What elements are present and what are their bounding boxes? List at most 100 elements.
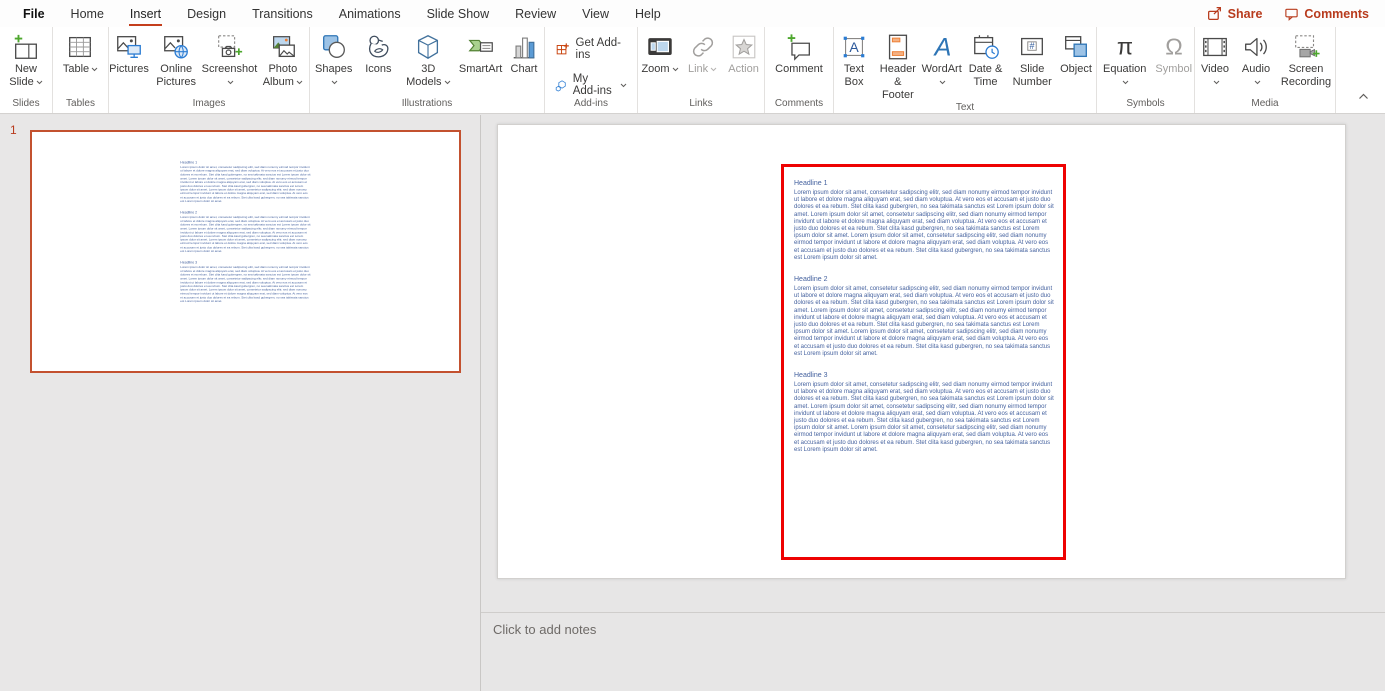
text-box-button[interactable]: A Text Box — [834, 30, 874, 89]
slide-thumbnail[interactable]: Headline 1 Lorem ipsum dolor sit amet, c… — [30, 130, 461, 373]
button-label: Zoom — [641, 63, 669, 75]
comment-icon — [784, 32, 814, 62]
slide-number-button[interactable]: # Slide Number — [1009, 30, 1055, 89]
slide-canvas[interactable]: Headline 1 Lorem ipsum dolor sit amet, c… — [497, 124, 1346, 579]
date-time-button[interactable]: Date & Time — [963, 30, 1009, 89]
ribbon-group-symbols: π Equation Ω Symbol Symbols — [1097, 27, 1195, 113]
tab-design[interactable]: Design — [174, 0, 239, 27]
tab-transitions[interactable]: Transitions — [239, 0, 326, 27]
table-icon — [65, 32, 95, 62]
object-button[interactable]: Object — [1056, 30, 1096, 76]
notes-panel[interactable]: Click to add notes — [481, 612, 1385, 691]
dropdown-chevron-icon — [227, 76, 234, 89]
button-label: Object — [1060, 63, 1092, 75]
comment-button[interactable]: Comment — [772, 30, 826, 76]
group-name-add-ins: Add-ins — [545, 98, 637, 113]
thumb-heading: Headline 1 — [180, 160, 310, 165]
ribbon-group-comments: Comment Comments — [765, 27, 834, 113]
button-label: WordArt — [922, 63, 962, 75]
slide-thumbnail-panel: 1 Headline 1 Lorem ipsum dolor sit amet,… — [0, 115, 481, 691]
comments-button[interactable]: Comments — [1284, 6, 1369, 21]
tab-file[interactable]: File — [10, 0, 58, 27]
group-name-comments: Comments — [765, 98, 833, 113]
group-name-media: Media — [1195, 98, 1335, 113]
slide-section: Headline 1 Lorem ipsum dolor sit amet, c… — [794, 179, 1054, 262]
group-name-images: Images — [109, 98, 309, 113]
ribbon-group-text: A Text Box Header & Footer A WordArt Dat… — [834, 27, 1097, 113]
button-label: Symbol — [1155, 63, 1192, 75]
3d-models-button[interactable]: 3D Models — [399, 30, 457, 89]
dropdown-chevron-icon — [36, 76, 43, 89]
video-button[interactable]: Video — [1195, 30, 1235, 89]
tab-animations[interactable]: Animations — [326, 0, 414, 27]
my-add-ins-icon — [555, 77, 567, 94]
button-label: New Slide — [9, 63, 37, 88]
ribbon-group-illustrations: Shapes Icons 3D Models SmartArt Chart Il… — [310, 27, 545, 113]
zoom-button[interactable]: Zoom — [638, 30, 681, 76]
new-slide-button[interactable]: New Slide — [0, 30, 52, 89]
link-icon — [688, 32, 718, 62]
comments-label: Comments — [1304, 7, 1369, 21]
audio-button[interactable]: Audio — [1236, 30, 1276, 89]
chart-button[interactable]: Chart — [504, 30, 544, 76]
online-pictures-button[interactable]: Online Pictures — [150, 30, 202, 89]
chart-icon — [509, 32, 539, 62]
tab-slide-show[interactable]: Slide Show — [414, 0, 503, 27]
photo-album-button[interactable]: Photo Album — [257, 30, 309, 89]
tab-insert[interactable]: Insert — [117, 0, 174, 27]
button-label: Get Add-ins — [576, 37, 627, 61]
equation-button[interactable]: π Equation — [1097, 30, 1152, 89]
button-label: Pictures — [109, 63, 149, 75]
ribbon-group-images: Pictures Online Pictures Screenshot Phot… — [109, 27, 310, 113]
ribbon: New Slide Slides Table Tables Pictures O… — [0, 27, 1385, 114]
tab-home[interactable]: Home — [58, 0, 117, 27]
smartart-icon — [466, 32, 496, 62]
share-label: Share — [1228, 7, 1263, 21]
wordart-button[interactable]: A WordArt — [922, 30, 962, 89]
ribbon-group-tables: Table Tables — [53, 27, 109, 113]
thumb-section: Headline 1 Lorem ipsum dolor sit amet, c… — [180, 160, 310, 203]
wordart-icon: A — [927, 32, 957, 62]
slide-section-body: Lorem ipsum dolor sit amet, consetetur s… — [794, 190, 1054, 262]
button-label: Equation — [1103, 63, 1146, 75]
my-add-ins-button[interactable]: My Add-ins — [555, 73, 627, 97]
ribbon-group-links: Zoom Link Action Links — [638, 27, 765, 113]
dropdown-chevron-icon — [1122, 76, 1129, 89]
tab-view[interactable]: View — [569, 0, 622, 27]
button-label: Text Box — [844, 63, 864, 88]
tab-review[interactable]: Review — [502, 0, 569, 27]
button-label: Shapes — [315, 63, 352, 75]
pictures-button[interactable]: Pictures — [109, 30, 149, 76]
smartart-button[interactable]: SmartArt — [458, 30, 503, 76]
action-icon — [729, 32, 759, 62]
dropdown-chevron-icon — [939, 76, 946, 89]
get-add-ins-button[interactable]: Get Add-ins — [555, 37, 627, 61]
screenshot-button[interactable]: Screenshot — [203, 30, 255, 89]
thumb-body: Lorem ipsum dolor sit amet, consetetur s… — [180, 166, 310, 204]
date-time-icon — [971, 32, 1001, 62]
button-label: Online Pictures — [156, 63, 196, 88]
slide-section-heading: Headline 1 — [794, 179, 1054, 188]
thumb-body: Lorem ipsum dolor sit amet, consetetur s… — [180, 216, 310, 254]
screen-recording-button[interactable]: Screen Recording — [1277, 30, 1335, 89]
button-label: Action — [728, 63, 759, 75]
button-label: Screenshot — [202, 63, 258, 75]
thumb-body: Lorem ipsum dolor sit amet, consetetur s… — [180, 266, 310, 304]
share-button[interactable]: Share — [1206, 5, 1263, 22]
tab-help[interactable]: Help — [622, 0, 674, 27]
slide-textbox[interactable]: Headline 1 Lorem ipsum dolor sit amet, c… — [781, 164, 1066, 560]
group-name-illustrations: Illustrations — [310, 98, 544, 113]
shapes-button[interactable]: Shapes — [310, 30, 357, 89]
equation-icon: π — [1110, 32, 1140, 62]
slide-number-icon: # — [1017, 32, 1047, 62]
header-footer-icon — [883, 32, 913, 62]
button-label: Date & Time — [969, 63, 1003, 88]
photo-album-icon — [268, 32, 298, 62]
icons-button[interactable]: Icons — [358, 30, 398, 76]
ribbon-group-media: Video Audio Screen Recording Media — [1195, 27, 1336, 113]
slide-number: 1 — [10, 123, 17, 137]
button-label: Chart — [511, 63, 538, 75]
header-footer-button[interactable]: Header & Footer — [875, 30, 921, 102]
table-button[interactable]: Table — [60, 30, 101, 76]
collapse-ribbon-icon[interactable] — [1358, 87, 1369, 105]
